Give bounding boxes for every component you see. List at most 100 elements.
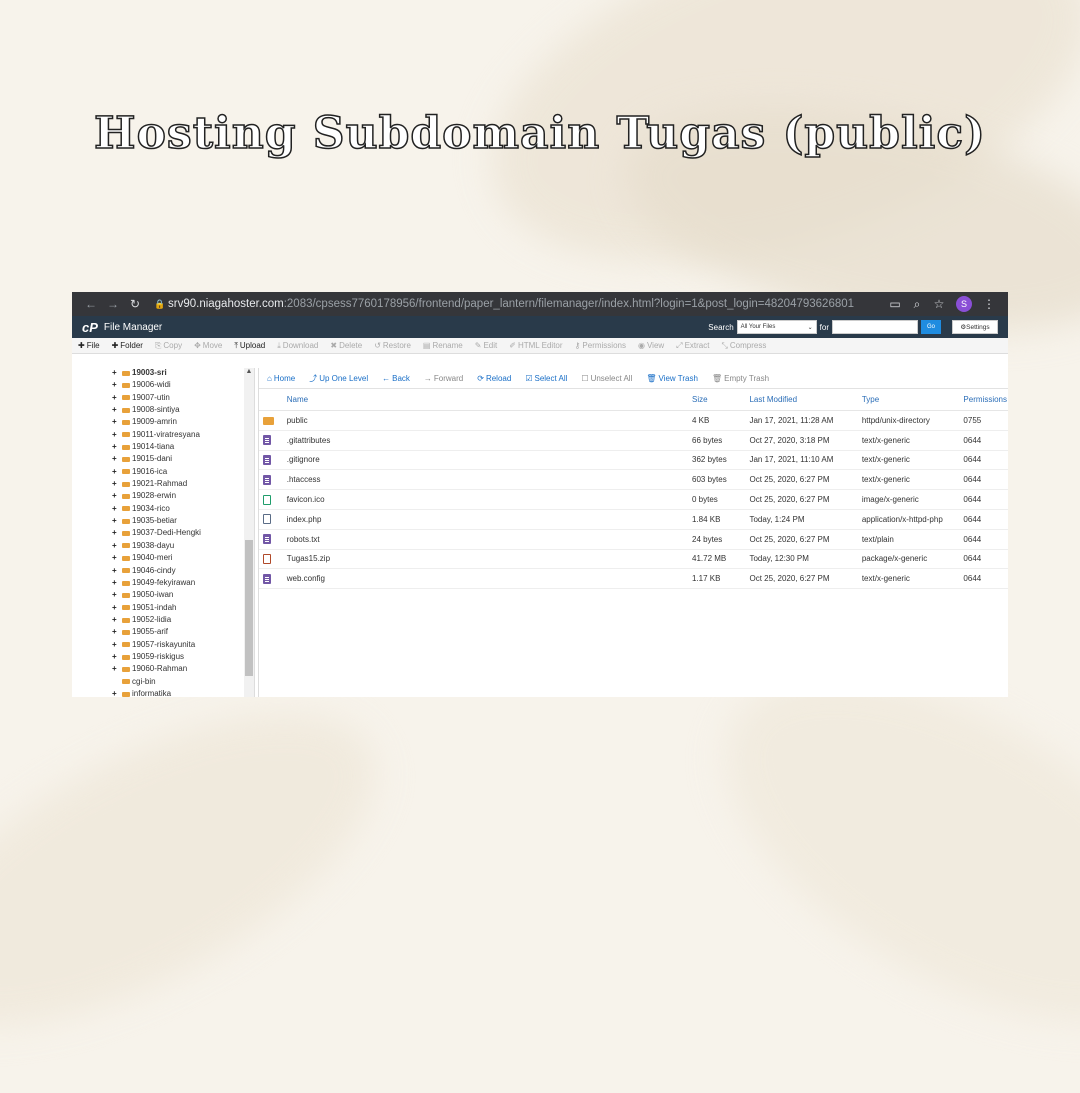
tree-item[interactable]: +19057-riskayunita [72,639,201,651]
tree-item[interactable]: +19009-amrin [72,416,201,428]
expand-icon[interactable]: + [112,602,120,614]
reload-icon[interactable]: ↻ [124,297,146,311]
nav-forward-button[interactable]: → Forward [424,374,463,383]
tree-item[interactable]: +19021-Rahmad [72,478,201,490]
expand-icon[interactable]: + [112,392,120,404]
expand-icon[interactable]: + [112,453,120,465]
expand-icon[interactable]: + [112,416,120,428]
expand-icon[interactable]: + [112,626,120,638]
avatar[interactable]: S [956,296,972,312]
table-row[interactable]: .gitattributes 66 bytes Oct 27, 2020, 3:18… [259,430,1008,451]
header-name[interactable]: Name [285,389,691,411]
expand-icon[interactable]: + [112,651,120,663]
table-row[interactable]: index.php 1.84 KB Today, 1:24 PM applicatio… [259,509,1008,530]
expand-icon[interactable]: + [112,565,120,577]
tree-item[interactable]: +19040-meri [72,552,201,564]
table-row[interactable]: public 4 KB Jan 17, 2021, 11:28 AM httpd/un… [259,410,1008,431]
tree-item[interactable]: +19037-Dedi-Hengki [72,527,201,539]
tree-item[interactable]: cgi-bin [72,676,201,688]
expand-icon[interactable]: + [112,540,120,552]
toolbar-upload-button[interactable]: ⤒ Upload [234,341,265,351]
nav-select-all-button[interactable]: ☑ Select All [525,374,567,383]
back-icon[interactable]: ← [80,297,102,311]
table-row[interactable]: robots.txt 24 bytes Oct 25, 2020, 6:27 PM t… [259,529,1008,550]
cpanel-logo[interactable]: cP [82,320,98,335]
header-modified[interactable]: Last Modified [748,389,861,411]
menu-icon[interactable]: ⋮ [978,297,1000,311]
expand-icon[interactable]: + [112,589,120,601]
nav-reload-button[interactable]: ⟳ Reload [477,374,511,383]
expand-icon[interactable]: + [112,368,120,379]
expand-icon[interactable]: + [112,441,120,453]
star-icon[interactable]: ☆ [928,297,950,311]
scroll-up-icon[interactable]: ▲ [245,368,253,375]
address-bar[interactable]: 🔒 srv90.niagahoster.com:2083/cpsess77601… [154,298,884,310]
nav-home-button[interactable]: ⌂ Home [267,374,295,383]
expand-icon[interactable]: + [112,503,120,515]
tree-item[interactable]: +19059-riskigus [72,651,201,663]
table-row[interactable]: Tugas15.zip 41.72 MB Today, 12:30 PM packag… [259,549,1008,570]
tree-item[interactable]: +19028-erwin [72,490,201,502]
nav-back-button[interactable]: ← Back [382,374,410,383]
toolbar-view-button[interactable]: ◉ View [638,341,664,350]
expand-icon[interactable]: + [112,478,120,490]
toolbar-copy-button[interactable]: ⎘ Copy [155,341,182,351]
tree-item[interactable]: +19035-betiar [72,515,201,527]
tree-item[interactable]: +19011-viratresyana [72,429,201,441]
nav-view-trash-button[interactable]: 🗑 View Trash [646,374,698,383]
header-permissions[interactable]: Permissions [962,389,1008,411]
scroll-thumb[interactable] [245,540,253,676]
tree-item[interactable]: +19016-ica [72,466,201,478]
search-input[interactable] [832,320,918,334]
header-type[interactable]: Type [860,389,963,411]
toolbar-html-editor-button[interactable]: ✐ HTML Editor [509,341,562,350]
nav-empty-trash-button[interactable]: 🗑 Empty Trash [712,374,769,383]
tree-item[interactable]: +19049-fekyirawan [72,577,201,589]
tree-scrollbar[interactable]: ▲ [244,368,254,697]
expand-icon[interactable]: + [112,663,120,675]
table-row[interactable]: .gitignore 362 bytes Jan 17, 2021, 11:10 A… [259,450,1008,471]
tree-item[interactable]: +19051-indah [72,602,201,614]
tree-item[interactable]: +19015-dani [72,453,201,465]
table-row[interactable]: favicon.ico 0 bytes Oct 25, 2020, 6:27 PM i… [259,489,1008,510]
tree-item[interactable]: +19007-utin [72,392,201,404]
tree-item[interactable]: +19046-cindy [72,565,201,577]
table-row[interactable]: .htaccess 603 bytes Oct 25, 2020, 6:27 PM t… [259,469,1008,491]
toolbar-move-button[interactable]: ✥ Move [194,341,222,350]
tree-item[interactable]: +19003-sri [72,368,201,379]
go-button[interactable]: Go [921,320,941,334]
toolbar-delete-button[interactable]: ✖ Delete [330,341,362,350]
toolbar-edit-button[interactable]: ✎ Edit [475,341,498,350]
toolbar-download-button[interactable]: ⤓ Download [277,341,318,351]
nav-unselect-all-button[interactable]: ☐ Unselect All [581,374,632,383]
tree-item[interactable]: +19006-widi [72,379,201,391]
toolbar-permissions-button[interactable]: ⚷ Permissions [575,341,626,350]
cast-icon[interactable]: ▭ [884,297,906,311]
expand-icon[interactable]: + [112,404,120,416]
search-scope-select[interactable]: All Your Files ⌄ [736,320,817,334]
toolbar-restore-button[interactable]: ↺ Restore [374,341,411,350]
tree-item[interactable]: +19060-Rahman [72,663,201,675]
tree-item[interactable]: +19052-lidia [72,614,201,626]
expand-icon[interactable]: + [112,515,120,527]
toolbar-extract-button[interactable]: ⤢ Extract [676,341,709,351]
header-size[interactable]: Size [691,389,749,411]
tree-item[interactable]: +19055-arif [72,626,201,638]
nav-up-one-level-button[interactable]: ⤴ Up One Level [309,373,368,384]
toolbar-file-button[interactable]: ✚ File [78,341,100,350]
settings-button[interactable]: ⚙ Settings [952,320,998,334]
tree-item[interactable]: +19008-sintiya [72,404,201,416]
tree-item[interactable]: +19050-iwan [72,589,201,601]
toolbar-folder-button[interactable]: ✚ Folder [112,341,143,350]
tree-item[interactable]: +19038-dayu [72,540,201,552]
tree-item[interactable]: + informatika [72,688,201,697]
zoom-icon[interactable]: ⌕ [906,297,928,312]
toolbar-compress-button[interactable]: ⤡ Compress [721,341,766,351]
tree-item[interactable]: +19034-rico [72,503,201,515]
expand-icon[interactable]: + [112,490,120,502]
expand-icon[interactable]: + [112,527,120,539]
expand-icon[interactable]: + [112,552,120,564]
expand-icon[interactable]: + [112,379,120,391]
expand-icon[interactable]: + [112,577,120,589]
expand-icon[interactable]: + [112,466,120,478]
